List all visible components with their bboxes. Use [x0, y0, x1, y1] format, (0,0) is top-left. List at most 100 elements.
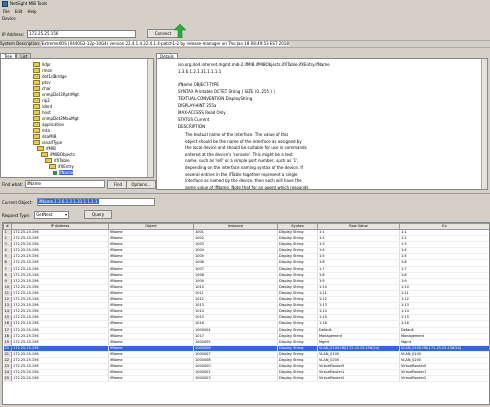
- tree-node-label: ifXTable: [54, 158, 70, 163]
- cell-ex: VirtualRouter2: [399, 375, 489, 383]
- textual-convention: TEXTUAL-CONVENTION DisplayString: [178, 96, 253, 101]
- request-row: Request Type: GetNext: [2, 211, 70, 219]
- folder-icon: [33, 139, 40, 146]
- cell-number: 25: [3, 375, 12, 383]
- query-button[interactable]: Query: [84, 210, 112, 219]
- details-scrollbar[interactable]: [481, 59, 487, 189]
- window-title: NetSight MIB Tools: [10, 1, 48, 6]
- tree-node[interactable]: ptsv: [33, 79, 51, 86]
- tree-node[interactable]: mta: [33, 127, 50, 134]
- find-row: Find what: ifName: [2, 180, 105, 188]
- find-input[interactable]: ifName: [24, 180, 105, 188]
- tree-node[interactable]: application: [33, 121, 65, 128]
- max-access: MAX-ACCESS Read Only: [178, 110, 226, 115]
- ip-row: IP Address: 172.25.25.156: [2, 30, 137, 38]
- tree-node-label: ifXEntry: [58, 164, 74, 169]
- cell-ip: 172.25.25.156: [11, 375, 109, 383]
- tree-node-label: ianaifType: [42, 140, 63, 145]
- cell-raw-value: VirtualRouter2: [317, 375, 400, 383]
- display-hint: DISPLAY-HINT 255a: [178, 103, 217, 108]
- tree-node-label: rip2: [42, 98, 50, 103]
- object-type: ifName OBJECT-TYPE: [178, 82, 219, 87]
- request-type-label: Request Type:: [2, 212, 31, 218]
- tree-node-label: ident: [42, 104, 53, 109]
- splitter[interactable]: [0, 193, 490, 194]
- tree-node-label: snmpDot3RptrMgt: [42, 92, 79, 97]
- oid-path: iso.org.dod.internet.mgmt.mib-2.ifMIB.if…: [178, 62, 330, 67]
- folder-icon: [33, 61, 40, 68]
- system-description-value: ExtremeXOS (X440G2-12p-10G4) version 22.…: [41, 41, 289, 46]
- ip-address-input[interactable]: 172.25.25.156: [27, 30, 137, 38]
- request-type-select[interactable]: GetNext: [34, 211, 70, 219]
- tree-node-label: ifName: [59, 170, 74, 175]
- cell-syntax: Display String: [277, 375, 318, 383]
- tree-node[interactable]: host: [33, 109, 51, 116]
- folder-icon: [33, 109, 40, 116]
- tree-node[interactable]: ifXTable: [45, 157, 70, 164]
- tree-node[interactable]: ifMIB: [37, 145, 56, 152]
- leaf-icon: [53, 170, 57, 175]
- results-table: # IP Address Object Instance Syntax Raw …: [2, 222, 490, 405]
- folder-icon: [33, 121, 40, 128]
- syntax: SYNTAX Printable OCTET String ( SIZE (0.…: [178, 89, 275, 94]
- cell-object: ifName: [108, 375, 194, 383]
- menu-edit[interactable]: Edit: [15, 9, 23, 14]
- folder-icon: [33, 73, 40, 80]
- menu-help[interactable]: Help: [27, 9, 36, 14]
- device-group-label: Device: [2, 16, 16, 21]
- folder-icon: [33, 79, 40, 86]
- tree-node-label: ifMIBObjects: [50, 152, 75, 157]
- system-description: System Description: ExtremeXOS (X440G2-1…: [0, 40, 490, 48]
- tree-node[interactable]: dsaMIB: [33, 133, 57, 140]
- system-description-label: System Description:: [0, 41, 41, 46]
- folder-icon: [33, 127, 40, 134]
- tree-node[interactable]: rip2: [33, 97, 50, 104]
- tree-node[interactable]: ifName: [53, 170, 74, 175]
- tree-scrollbar[interactable]: [147, 59, 153, 177]
- tree-node-label: application: [42, 122, 65, 127]
- tree-node[interactable]: lldpr: [33, 61, 51, 68]
- folder-icon: [41, 151, 48, 158]
- current-object-value: ifName.1.3.6.1.2.1.31.1.1.1.1: [37, 199, 99, 204]
- folder-icon: [33, 133, 40, 140]
- folder-icon: [33, 91, 40, 98]
- folder-icon: [37, 145, 44, 152]
- tree-node[interactable]: rmon: [33, 67, 53, 74]
- tree-node-label: rmon: [42, 68, 53, 73]
- folder-icon: [45, 157, 52, 164]
- tree-node-label: snmpDot3MauMgt: [42, 116, 79, 121]
- folder-icon: [33, 115, 40, 122]
- tree-node[interactable]: char: [33, 85, 51, 92]
- tree-node-label: mta: [42, 128, 50, 133]
- folder-icon: [33, 97, 40, 104]
- tree-node[interactable]: ifXEntry: [49, 163, 74, 170]
- menu-bar: File Edit Help: [0, 8, 490, 14]
- tree-node[interactable]: ident: [33, 103, 53, 110]
- current-object-input[interactable]: ifName.1.3.6.1.2.1.31.1.1.1.1: [36, 198, 155, 206]
- green-arrow-icon: [173, 24, 187, 38]
- tree-node[interactable]: snmpDot3RptrMgt: [33, 91, 79, 98]
- tree-node[interactable]: snmpDot3MauMgt: [33, 115, 79, 122]
- tree-node-label: ifMIB: [46, 146, 56, 151]
- tree-node[interactable]: dot1dBridge: [33, 73, 67, 80]
- tree-node[interactable]: ianaifType: [33, 139, 63, 146]
- tree-node-label: ptsv: [42, 80, 51, 85]
- description-label: DESCRIPTION: [178, 124, 206, 129]
- tree-node[interactable]: ifMIBObjects: [41, 151, 75, 158]
- menu-file[interactable]: File: [3, 9, 10, 14]
- current-object-label: Current Object:: [2, 199, 33, 205]
- folder-icon: [33, 85, 40, 92]
- tree-node-label: dsaMIB: [42, 134, 57, 139]
- tree-node-label: char: [42, 86, 51, 91]
- mib-tree[interactable]: lldpr rmon dot1dBridge ptsv char snmpDot3Rptr…: [0, 58, 154, 178]
- details-panel: iso.org.dod.internet.mgmt.mib-2.ifMIB.if…: [156, 58, 488, 190]
- folder-icon: [33, 67, 40, 74]
- tree-node-label: dot1dBridge: [42, 74, 67, 79]
- options-button[interactable]: Options...: [126, 180, 156, 189]
- find-label: Find what:: [2, 181, 23, 187]
- app-icon: [2, 0, 8, 7]
- ip-label: IP Address:: [2, 31, 25, 37]
- title-bar: NetSight MIB Tools: [0, 0, 490, 7]
- table-row[interactable]: 25 172.25.25.156 ifName 1000003 Display Stri…: [3, 375, 489, 383]
- tree-node-label: lldpr: [42, 62, 51, 67]
